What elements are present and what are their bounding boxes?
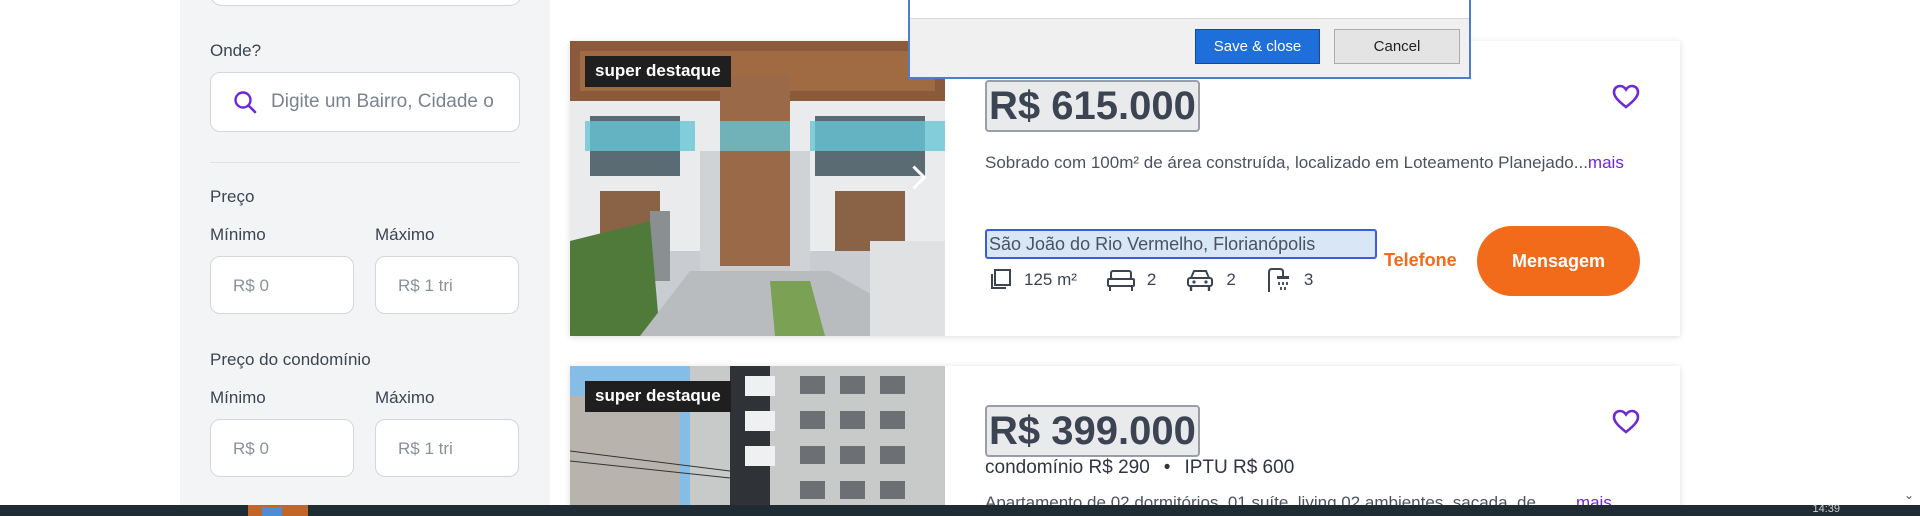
condo-min-field[interactable] xyxy=(210,419,354,477)
car-icon xyxy=(1187,270,1214,291)
area-value: 125 m² xyxy=(1024,270,1077,289)
price-min-label: Mínimo xyxy=(210,225,266,244)
area-feature: 125 m² xyxy=(988,268,1077,292)
taskbar-app-icon[interactable] xyxy=(262,507,282,516)
favorite-heart-icon[interactable] xyxy=(1612,409,1640,435)
price-max-input[interactable] xyxy=(396,275,510,297)
bed-icon xyxy=(1106,270,1135,291)
listing-photo[interactable]: super destaque xyxy=(570,41,945,336)
previous-filter-input[interactable] xyxy=(210,0,522,6)
parking-value: 2 xyxy=(1226,270,1236,289)
listing-card[interactable]: super destaque R$ 615.000 Sobrado com 10… xyxy=(570,41,1680,336)
where-label: Onde? xyxy=(210,41,262,60)
location-search-input[interactable] xyxy=(269,90,513,114)
phone-link[interactable]: Telefone xyxy=(1384,250,1457,271)
condo-min-label: Mínimo xyxy=(210,388,266,407)
taskbar: 14:39 xyxy=(0,503,1920,516)
listing-fees: condomínio R$ 290 • IPTU R$ 600 xyxy=(985,457,1294,479)
bathrooms-feature: 3 xyxy=(1266,267,1313,293)
save-and-close-button[interactable]: Save & close xyxy=(1195,29,1320,64)
condo-max-label: Máximo xyxy=(375,388,435,407)
price-max-label: Máximo xyxy=(375,225,435,244)
condo-price-label: Preço do condomínio xyxy=(210,350,371,369)
listing-description: Sobrado com 100m² de área construída, lo… xyxy=(985,153,1624,173)
cancel-button[interactable]: Cancel xyxy=(1334,29,1460,64)
iptu-fee: IPTU R$ 600 xyxy=(1184,457,1295,478)
taskbar-clock: 14:39 xyxy=(1812,503,1840,515)
save-dialog: Save & close Cancel xyxy=(908,0,1471,79)
scroll-down-icon[interactable]: ⌄ xyxy=(1904,488,1914,502)
listing-price: R$ 399.000 xyxy=(985,405,1200,457)
bedrooms-value: 2 xyxy=(1146,270,1157,289)
condo-max-field[interactable] xyxy=(375,419,519,477)
super-highlight-badge: super destaque xyxy=(585,381,731,412)
search-icon xyxy=(234,91,257,114)
dialog-content-area xyxy=(910,0,1469,19)
bedrooms-feature: 2 xyxy=(1106,268,1157,292)
condo-max-input[interactable] xyxy=(396,438,510,460)
more-link[interactable]: mais xyxy=(1588,153,1624,172)
price-label: Preço xyxy=(210,187,255,206)
listing-card[interactable]: super destaque R$ 399.000 condomínio R$ … xyxy=(570,366,1680,516)
bathrooms-value: 3 xyxy=(1303,270,1314,289)
area-icon xyxy=(991,269,1011,289)
location-search-field[interactable] xyxy=(210,72,520,132)
price-max-field[interactable] xyxy=(375,256,519,314)
parking-feature: 2 xyxy=(1186,268,1236,292)
description-text: Sobrado com 100m² de área construída, lo… xyxy=(985,153,1588,172)
listing-address[interactable]: São João do Rio Vermelho, Florianópolis xyxy=(985,229,1377,259)
listing-price: R$ 615.000 xyxy=(985,80,1200,132)
condo-min-input[interactable] xyxy=(231,438,345,460)
listing-features: 125 m² 2 2 3 xyxy=(988,267,1343,293)
condo-fee: condomínio R$ 290 xyxy=(985,457,1150,478)
message-button[interactable]: Mensagem xyxy=(1477,226,1640,296)
listing-photo[interactable]: super destaque xyxy=(570,366,945,516)
price-min-field[interactable] xyxy=(210,256,354,314)
price-min-input[interactable] xyxy=(231,275,345,297)
filter-sidebar: Onde? Preço Mínimo Máximo Preço do condo… xyxy=(180,0,550,505)
shower-icon xyxy=(1267,268,1289,292)
sidebar-divider xyxy=(210,162,520,163)
fee-separator: • xyxy=(1163,457,1171,478)
super-highlight-badge: super destaque xyxy=(585,56,731,87)
favorite-heart-icon[interactable] xyxy=(1612,84,1640,110)
